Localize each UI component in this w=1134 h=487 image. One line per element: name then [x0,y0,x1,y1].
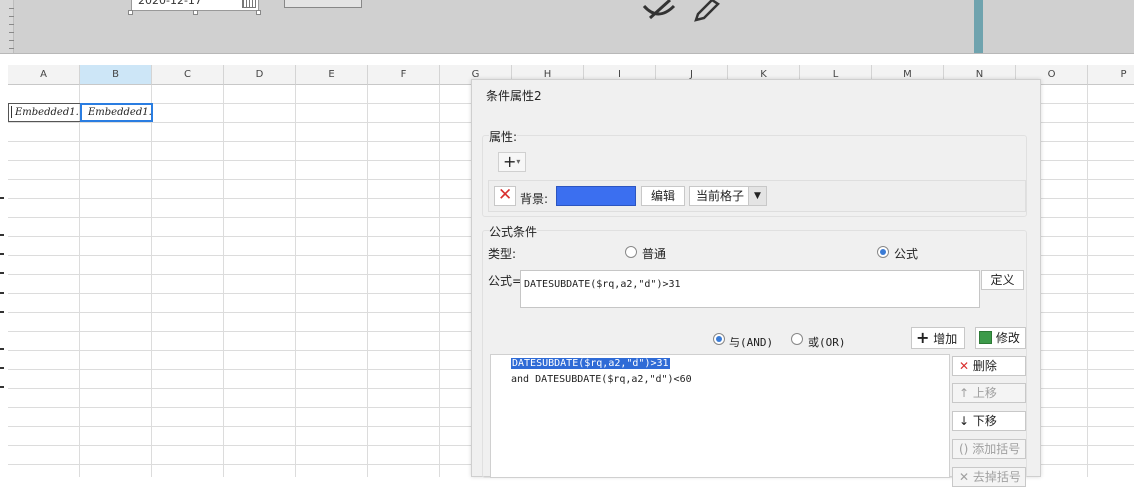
add-bracket-label: 添加括号 [972,442,1021,456]
formula-label: 公式= [488,274,523,288]
row-marker [0,367,4,369]
row-marker [0,292,4,294]
row-marker [0,253,4,255]
plus-icon: + [503,152,517,171]
row-marker [0,234,4,236]
scroll-indicator [974,0,983,53]
type-formula-radio[interactable] [877,246,889,258]
define-button[interactable]: 定义 [981,270,1024,290]
close-icon: ✕ [959,359,970,373]
column-header-b[interactable]: B [80,65,152,85]
close-icon: ✕ [498,185,513,205]
cell-a1[interactable]: Embedded1. [8,103,81,122]
remove-bracket-button[interactable]: ✕ 去掉括号 [952,467,1026,487]
grid-column-line [223,85,224,477]
condition-list[interactable]: DATESUBDATE($rq,a2,"d")>31 and DATESUBDA… [490,354,950,478]
move-up-button[interactable]: ↑ 上移 [952,383,1026,403]
query-button[interactable] [284,0,362,8]
resize-handle[interactable] [193,10,198,15]
background-label: 背景: [520,192,549,206]
formula-value: DATESUBDATE($rq,a2,"d")>31 [524,279,681,290]
row-marker [0,386,4,388]
dialog-title: 条件属性2 [486,89,542,103]
modify-icon [979,331,992,344]
row-marker [0,197,4,199]
column-header-c[interactable]: C [152,65,224,85]
move-up-label: 上移 [972,386,997,400]
logic-and-label: 与(AND) [729,336,774,349]
add-attribute-button[interactable]: +▾ [498,152,526,172]
formula-condition-label: 公式条件 [489,223,538,240]
chevron-down-icon[interactable]: ▼ [748,187,766,205]
column-header-f[interactable]: F [368,65,440,85]
background-color-swatch[interactable] [556,186,636,206]
modify-condition-label: 修改 [995,331,1020,345]
move-down-label: 下移 [972,414,997,428]
delete-button[interactable]: ✕ 删除 [952,356,1026,376]
column-header-e[interactable]: E [296,65,368,85]
resize-handle[interactable] [256,10,261,15]
type-normal-radio[interactable] [625,246,637,258]
grid-column-line [367,85,368,477]
remove-bracket-icon: ✕ [959,470,970,484]
type-label: 类型: [488,247,517,261]
row-marker [0,311,4,313]
formula-input[interactable]: DATESUBDATE($rq,a2,"d")>31 [520,270,980,308]
row-marker [0,348,4,350]
arrow-up-icon: ↑ [959,386,970,400]
bracket-icon: () [959,442,969,456]
scope-select[interactable]: 当前格子 ▼ [689,186,767,206]
grid-column-line [295,85,296,477]
resize-handle[interactable] [128,10,133,15]
logic-or-label: 或(OR) [808,336,846,349]
column-header-a[interactable]: A [8,65,80,85]
logic-and-radio[interactable] [713,333,725,345]
row-marker [0,272,4,274]
date-value: 2020-12-17 [138,0,202,7]
condition-item-selected[interactable]: DATESUBDATE($rq,a2,"d")>31 [511,358,670,369]
calendar-icon[interactable] [242,0,256,8]
grid-column-line [151,85,152,477]
condition-item[interactable]: and DATESUBDATE($rq,a2,"d")<60 [511,374,692,385]
grid-column-line [79,85,80,477]
attributes-label: 属性: [489,128,518,145]
vertical-ruler [0,0,14,53]
dropdown-arrow-icon: ▾ [516,157,521,166]
delete-label: 删除 [972,359,997,373]
type-formula-label: 公式 [894,247,919,261]
column-header-p[interactable]: P [1088,65,1134,85]
report-preview-area: 2020-12-17 [0,0,1134,54]
grid-column-line [439,85,440,477]
scope-select-value: 当前格子 [696,189,745,203]
remove-bracket-label: 去掉括号 [972,470,1021,484]
edit-button[interactable]: 编辑 [641,186,685,206]
add-condition-label: 增加 [933,332,958,346]
move-down-button[interactable]: ↓ 下移 [952,411,1026,431]
column-header-d[interactable]: D [224,65,296,85]
logic-or-radio[interactable] [791,333,803,345]
cell-b1-selected[interactable]: Embedded1. [80,103,153,122]
arrow-down-icon: ↓ [959,414,970,428]
eye-off-icon [642,0,676,20]
remove-attribute-button[interactable]: ✕ [494,185,516,206]
add-bracket-button[interactable]: () 添加括号 [952,439,1026,459]
condition-attribute-dialog: 条件属性2 属性: +▾ ✕ 背景: 编辑 当前格子 ▼ 公式条件 类型: 普通… [471,79,1041,487]
plus-icon: + [916,328,930,347]
grid-column-line [1087,85,1088,477]
modify-condition-button[interactable]: 修改 [975,327,1026,349]
add-condition-button[interactable]: + 增加 [911,327,965,349]
type-normal-label: 普通 [642,247,667,261]
pencil-icon [694,0,720,22]
